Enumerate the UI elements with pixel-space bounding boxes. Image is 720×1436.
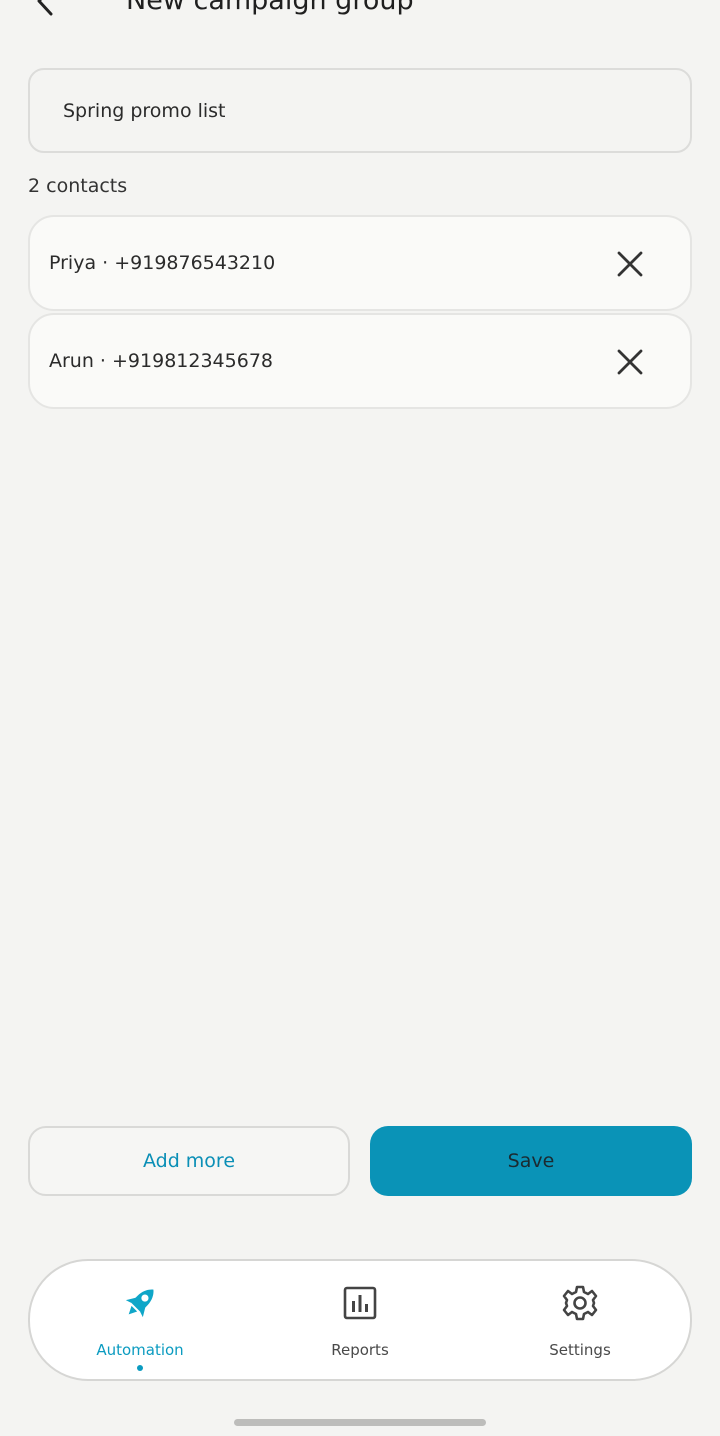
contact-label: Priya · +919876543210 bbox=[49, 252, 276, 274]
group-name-field[interactable] bbox=[28, 68, 692, 153]
nav-label: Automation bbox=[96, 1341, 184, 1359]
remove-contact-button[interactable] bbox=[614, 346, 646, 378]
group-name-input[interactable] bbox=[63, 99, 690, 122]
screen: New campaign group 2 contacts Priya · +9… bbox=[0, 0, 720, 1436]
back-button[interactable] bbox=[28, 0, 62, 18]
remove-contact-button[interactable] bbox=[614, 248, 646, 280]
rocket-icon bbox=[118, 1281, 162, 1325]
active-indicator bbox=[137, 1365, 143, 1371]
contact-row: Arun · +919812345678 bbox=[28, 313, 692, 409]
arrow-left-icon bbox=[37, 0, 53, 16]
home-indicator[interactable] bbox=[234, 1419, 486, 1426]
add-more-button[interactable]: Add more bbox=[28, 1126, 350, 1196]
page-title: New campaign group bbox=[126, 0, 414, 16]
app-header: New campaign group bbox=[0, 0, 720, 18]
contact-row: Priya · +919876543210 bbox=[28, 215, 692, 311]
action-bar: Add more Save bbox=[28, 1126, 692, 1196]
save-button[interactable]: Save bbox=[370, 1126, 692, 1196]
contact-label: Arun · +919812345678 bbox=[49, 350, 273, 372]
nav-label: Reports bbox=[331, 1341, 389, 1359]
close-icon bbox=[617, 349, 643, 375]
close-icon bbox=[617, 251, 643, 277]
bar-chart-icon bbox=[338, 1281, 382, 1325]
bottom-navigation: Automation Reports Settings bbox=[28, 1259, 692, 1381]
nav-item-automation[interactable]: Automation bbox=[30, 1261, 250, 1379]
contact-count: 2 contacts bbox=[28, 175, 128, 197]
nav-label: Settings bbox=[549, 1341, 611, 1359]
nav-item-settings[interactable]: Settings bbox=[470, 1261, 690, 1379]
nav-item-reports[interactable]: Reports bbox=[250, 1261, 470, 1379]
gear-icon bbox=[558, 1281, 602, 1325]
contact-list: Priya · +919876543210 Arun · +9198123456… bbox=[28, 215, 692, 411]
